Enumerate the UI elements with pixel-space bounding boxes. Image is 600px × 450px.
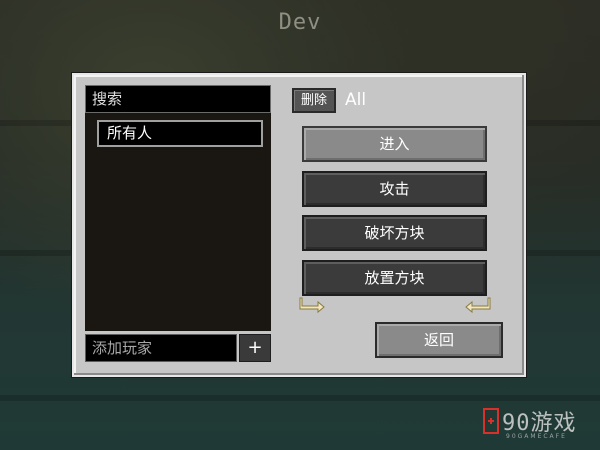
group-name: All <box>345 90 367 110</box>
logo-mark-icon <box>483 408 499 434</box>
permission-place-blocks-button[interactable]: 放置方块 <box>302 260 487 296</box>
back-button[interactable]: 返回 <box>375 322 503 358</box>
scroll-right-arrow-icon[interactable] <box>462 294 492 314</box>
add-player-input[interactable] <box>86 335 236 361</box>
watermark-logo: 90游戏 90GAMECAFE <box>482 405 594 445</box>
permission-break-blocks-button[interactable]: 破坏方块 <box>302 215 487 251</box>
permission-attack-button[interactable]: 攻击 <box>302 171 487 207</box>
add-player-button[interactable]: + <box>239 334 271 362</box>
watermark-subtext: 90GAMECAFE <box>506 433 567 440</box>
add-player-field[interactable] <box>85 334 237 362</box>
permission-enter-button[interactable]: 进入 <box>302 126 487 162</box>
search-box[interactable] <box>85 85 271 113</box>
scroll-left-arrow-icon[interactable] <box>298 294 328 314</box>
delete-button[interactable]: 删除 <box>292 88 336 113</box>
search-input[interactable] <box>86 86 270 112</box>
screen-title: Dev <box>278 10 322 35</box>
player-item-everyone[interactable]: 所有人 <box>97 120 263 147</box>
background-stripe <box>0 395 600 401</box>
